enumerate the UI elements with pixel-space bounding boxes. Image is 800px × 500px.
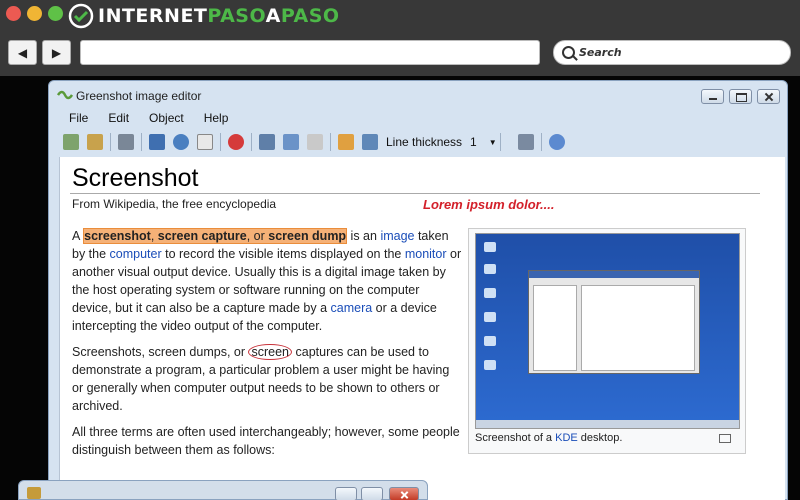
highlight-annotation[interactable]: screenshot, screen capture, or screen du… — [83, 228, 348, 244]
paste-icon[interactable] — [307, 134, 323, 150]
toolbar-separator — [499, 133, 501, 151]
back-button[interactable]: ◀ — [8, 40, 37, 65]
wrench-icon[interactable] — [517, 134, 534, 150]
enlarge-icon[interactable] — [719, 434, 731, 443]
kde-file-pane — [581, 285, 695, 371]
editor-canvas[interactable]: Screenshot From Wikipedia, the free ency… — [59, 157, 785, 500]
article-subtitle: From Wikipedia, the free encyclopedia — [72, 197, 277, 211]
line-thickness-label: Line thickness — [386, 135, 463, 149]
browser-titlebar: INTERNETPASOAPASO — [0, 0, 800, 32]
help-icon[interactable] — [548, 134, 565, 150]
close-button[interactable] — [389, 487, 419, 500]
desktop-icon — [484, 312, 496, 322]
maximize-button[interactable] — [361, 487, 383, 500]
folder-icon — [27, 487, 41, 499]
screenshot-thumbnail: Screenshot of a KDE desktop. — [468, 228, 746, 454]
browser-navbar: ◀ ▶ — [0, 37, 800, 69]
paragraph-1: A screenshot, screen capture, or screen … — [72, 228, 462, 333]
toolbar-separator — [110, 133, 111, 151]
toolbar-separator — [330, 133, 331, 151]
cut-icon[interactable] — [259, 134, 275, 150]
desktop-icon — [484, 336, 496, 346]
maximize-window-icon[interactable] — [48, 6, 63, 21]
menu-help[interactable]: Help — [194, 109, 239, 129]
greenshot-app-icon — [57, 90, 73, 100]
line-thickness-value[interactable]: 1 — [470, 135, 477, 149]
copy-icon[interactable] — [63, 134, 79, 150]
search-icon — [562, 46, 575, 59]
link-kde[interactable]: KDE — [555, 432, 578, 444]
print-icon[interactable] — [118, 134, 134, 150]
maximize-button[interactable] — [729, 89, 752, 104]
menu-object[interactable]: Object — [139, 109, 194, 129]
logo-power-icon — [68, 3, 94, 29]
object-icon[interactable] — [362, 134, 378, 150]
ellipse-annotation[interactable]: screen — [248, 344, 293, 360]
toolbar-separator — [141, 133, 142, 151]
crop-icon[interactable] — [197, 134, 213, 150]
toolbar-separator — [220, 133, 221, 151]
ellipse-icon[interactable] — [173, 134, 189, 150]
rectangle-icon[interactable] — [149, 134, 165, 150]
site-logo: INTERNETPASOAPASO — [68, 3, 340, 29]
paste-icon[interactable] — [87, 134, 103, 150]
kde-desktop-image[interactable] — [475, 233, 740, 429]
copy-icon[interactable] — [283, 134, 299, 150]
desktop-icon — [484, 242, 496, 252]
minimize-button[interactable] — [701, 89, 724, 104]
close-window-icon[interactable] — [6, 6, 21, 21]
link-computer[interactable]: computer — [110, 247, 162, 261]
link-camera[interactable]: camera — [331, 301, 373, 315]
editor-toolbar: Line thickness 1 ▼ — [59, 130, 779, 154]
delete-icon[interactable] — [228, 134, 244, 150]
paragraph-3: All three terms are often used interchan… — [72, 425, 460, 457]
minimize-button[interactable] — [335, 487, 357, 500]
article-body: A screenshot, screen capture, or screen … — [72, 227, 462, 467]
menu-file[interactable]: File — [59, 109, 98, 129]
article-title: Screenshot — [72, 164, 199, 192]
greenshot-editor-window: Greenshot image editor File Edit Object … — [48, 80, 788, 500]
address-bar[interactable] — [80, 40, 540, 65]
desktop-icon — [484, 288, 496, 298]
kde-taskbar — [476, 420, 739, 428]
menu-edit[interactable]: Edit — [98, 109, 139, 129]
paragraph-2: Screenshots, screen dumps, or screen cap… — [72, 344, 450, 413]
editor-titlebar: Greenshot image editor — [49, 81, 787, 109]
search-input[interactable] — [579, 46, 769, 59]
thumbnail-caption: Screenshot of a KDE desktop. — [475, 432, 623, 444]
logo-text: INTERNETPASOAPASO — [98, 5, 340, 27]
text-annotation[interactable]: Lorem ipsum dolor.... — [423, 197, 554, 212]
chevron-down-icon[interactable]: ▼ — [489, 138, 497, 147]
desktop-icon — [484, 360, 496, 370]
toolbar-separator — [251, 133, 252, 151]
close-button[interactable] — [757, 89, 780, 104]
editor-title: Greenshot image editor — [76, 89, 202, 103]
title-divider — [70, 193, 760, 194]
kde-file-manager-window — [528, 270, 700, 374]
kde-sidebar-pane — [533, 285, 577, 371]
link-image[interactable]: image — [380, 229, 414, 243]
forward-arrow-icon: ▶ — [51, 45, 62, 60]
minimize-window-icon[interactable] — [27, 6, 42, 21]
toolbar-separator — [540, 133, 542, 151]
export-icon[interactable] — [338, 134, 354, 150]
back-arrow-icon: ◀ — [17, 45, 28, 60]
search-box[interactable] — [553, 40, 791, 65]
desktop-icon — [484, 264, 496, 274]
browser-chrome: INTERNETPASOAPASO ◀ ▶ — [0, 0, 800, 76]
menu-bar: File Edit Object Help — [59, 109, 238, 129]
forward-button[interactable]: ▶ — [42, 40, 71, 65]
secondary-window — [18, 480, 428, 500]
link-monitor[interactable]: monitor — [405, 247, 447, 261]
